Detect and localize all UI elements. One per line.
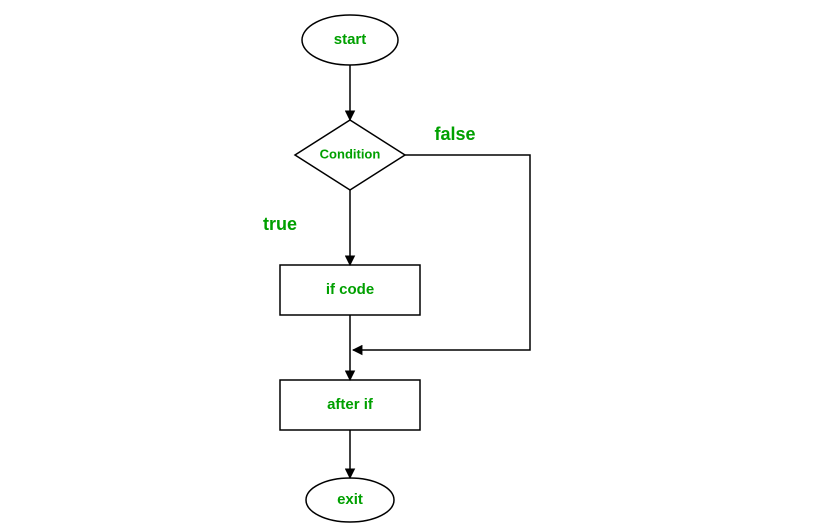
edge-label-true: true xyxy=(263,214,297,234)
node-exit: exit xyxy=(306,478,394,522)
node-exit-label: exit xyxy=(337,491,363,508)
node-if-code: if code xyxy=(280,265,420,315)
node-condition-label: Condition xyxy=(320,146,381,161)
edge-condition-afterif xyxy=(353,155,530,350)
node-after-if: after if xyxy=(280,380,420,430)
node-condition: Condition xyxy=(295,120,405,190)
node-after-if-label: after if xyxy=(327,396,374,413)
node-if-code-label: if code xyxy=(326,281,374,298)
node-start: start xyxy=(302,15,398,65)
edge-label-false: false xyxy=(434,124,475,144)
node-start-label: start xyxy=(334,31,367,48)
flowchart: start Condition if code after if exit tr… xyxy=(0,0,819,531)
